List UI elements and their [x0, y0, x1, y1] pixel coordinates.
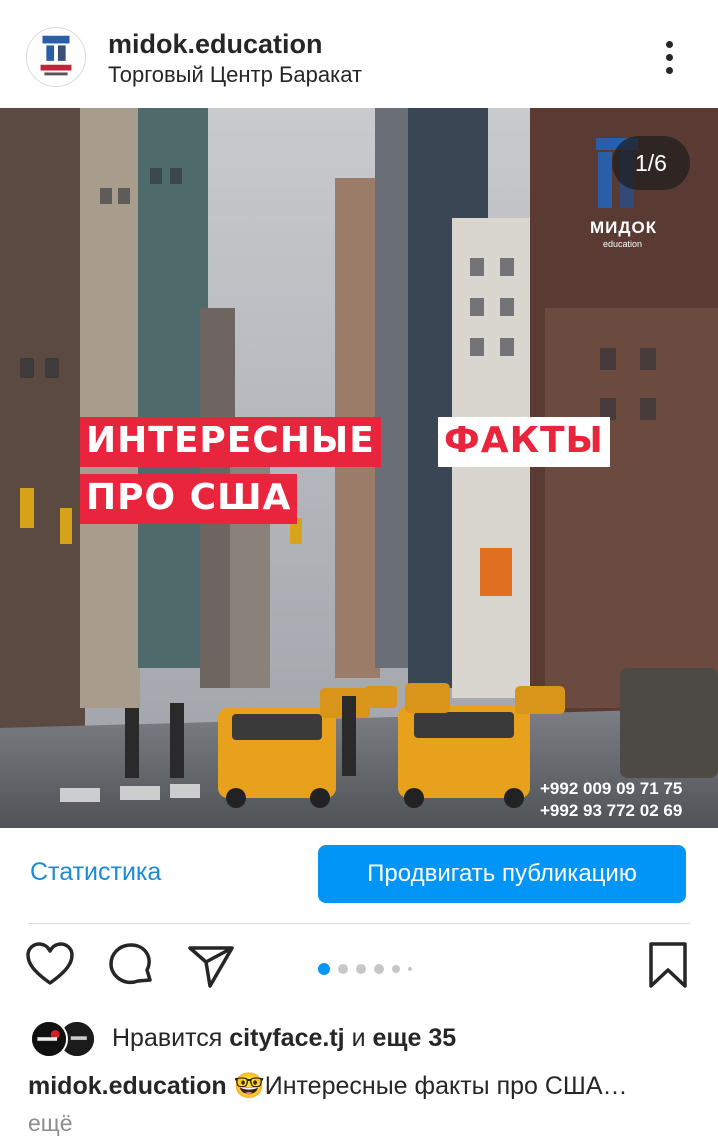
carousel-counter: 1/6 — [612, 136, 690, 190]
carousel-dot — [408, 967, 412, 971]
carousel-dot — [392, 965, 400, 973]
carousel-dot — [338, 964, 348, 974]
caption-text: Интересные факты про США… — [264, 1072, 628, 1100]
comment-icon[interactable] — [106, 940, 156, 990]
post-username[interactable]: midok.education — [108, 29, 323, 60]
liked-by-user[interactable]: cityface.tj — [229, 1024, 344, 1052]
heart-icon[interactable] — [25, 940, 75, 990]
caption-emoji: 🤓 — [233, 1072, 265, 1100]
post-caption: midok.education 🤓Интересные факты про СШ… — [28, 1072, 688, 1101]
brand-name: МИДОК — [590, 218, 658, 237]
headline-part3: ПРО США — [80, 474, 298, 524]
divider — [28, 923, 690, 924]
bookmark-icon[interactable] — [643, 940, 693, 990]
phone-numbers: +992 009 09 71 75 +992 93 772 02 69 — [540, 778, 682, 822]
brand-subtitle: education — [603, 239, 643, 249]
phone-number-1: +992 009 09 71 75 — [540, 779, 683, 798]
likes-others[interactable]: еще 35 — [373, 1024, 457, 1052]
post-location[interactable]: Торговый Центр Баракат — [108, 62, 362, 88]
liker-avatar — [30, 1020, 68, 1058]
liker-avatars[interactable] — [30, 1020, 100, 1058]
post-header: midok.education Торговый Центр Баракат — [0, 0, 718, 108]
send-icon[interactable] — [186, 940, 236, 990]
likes-summary[interactable]: Нравится cityface.tj и еще 35 — [112, 1024, 456, 1053]
caption-more-link[interactable]: ещё — [28, 1110, 73, 1137]
profile-avatar[interactable] — [26, 27, 86, 87]
likes-prefix: Нравится — [112, 1024, 223, 1052]
carousel-dot-active — [318, 963, 330, 975]
statistics-link[interactable]: Статистика — [30, 858, 161, 887]
promote-post-button[interactable]: Продвигать публикацию — [318, 845, 686, 903]
post-image[interactable]: МИДОК education 1/6 ИНТЕРЕСНЫЕ ФАКТЫ ПРО… — [0, 108, 718, 828]
carousel-dot — [356, 964, 366, 974]
taxi-left — [218, 708, 336, 808]
carousel-dot — [374, 964, 384, 974]
headline-part1: ИНТЕРЕСНЫЕ — [80, 417, 381, 467]
caption-username[interactable]: midok.education — [28, 1072, 227, 1100]
likes-joiner: и — [351, 1024, 366, 1052]
phone-number-2: +992 93 772 02 69 — [540, 801, 683, 820]
headline-part2: ФАКТЫ — [438, 417, 610, 467]
more-options-icon[interactable] — [655, 38, 685, 78]
taxi-right — [398, 706, 530, 808]
